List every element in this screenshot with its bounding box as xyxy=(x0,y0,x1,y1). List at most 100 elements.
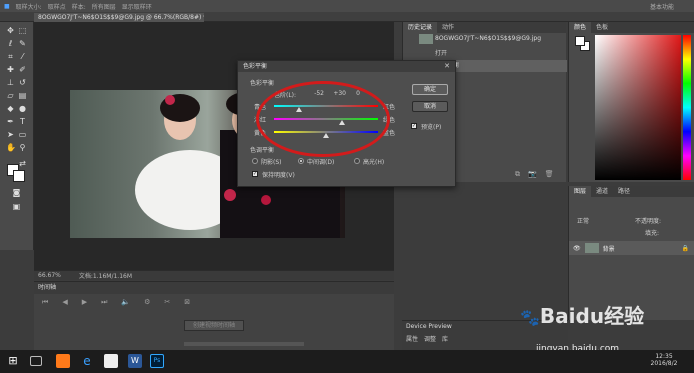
tab-layers[interactable]: 图层 xyxy=(569,186,592,197)
app-icon[interactable] xyxy=(56,354,70,368)
transition-icon[interactable]: ⊠ xyxy=(184,298,190,307)
tone-radio-highlights[interactable] xyxy=(354,158,360,164)
settings-icon[interactable]: ⚙ xyxy=(144,298,150,307)
history-actions: ⧉ 📷 🗑 xyxy=(515,170,554,179)
path-select-icon[interactable]: ➤ xyxy=(6,130,15,139)
history-tabs: 历史记录 动作 xyxy=(403,22,566,33)
menu-item[interactable]: 取样大小: xyxy=(16,2,42,11)
healing-tool-icon[interactable]: ✚ xyxy=(6,65,15,74)
tab-swatches[interactable]: 色板 xyxy=(591,22,613,33)
zoom-readout[interactable]: 66.67% xyxy=(38,272,61,279)
eye-icon[interactable]: 👁 xyxy=(573,245,581,252)
history-step[interactable]: 打开 xyxy=(403,48,567,60)
eyedropper-tool-icon[interactable]: ⁄ xyxy=(18,52,27,61)
timeline-title[interactable]: 时间轴 xyxy=(34,282,394,294)
audio-icon[interactable]: 🔈 xyxy=(121,298,130,307)
hand-tool-icon[interactable]: ✋ xyxy=(6,143,16,152)
dialog-title[interactable]: 色彩平衡 xyxy=(238,61,455,72)
workspace-select[interactable]: 基本功能 xyxy=(650,2,674,11)
tab-history[interactable]: 历史记录 xyxy=(403,22,438,33)
type-tool-icon[interactable]: T xyxy=(18,117,27,126)
swap-colors-icon[interactable]: ⇄ xyxy=(18,159,27,168)
timeline-controls: ⏮ ◀ ▶ ⏭ 🔈 ⚙ ✂ ⊠ xyxy=(42,298,190,307)
create-video-timeline-button[interactable]: 创建视频时间轴 xyxy=(184,320,244,331)
tab-paths[interactable]: 路径 xyxy=(613,186,635,197)
color-panel: 颜色 色板 xyxy=(568,22,694,182)
tab-color[interactable]: 颜色 xyxy=(569,22,592,33)
blur-tool-icon[interactable]: ◆ xyxy=(6,104,15,113)
foreground-color-chip[interactable] xyxy=(575,36,585,46)
layers-tabs: 图层 通道 路径 xyxy=(569,186,694,197)
layer-row[interactable]: 👁 背景 🔒 xyxy=(569,241,694,255)
tab-libraries[interactable]: 库 xyxy=(442,334,448,343)
edge-browser-icon[interactable]: e xyxy=(80,354,94,368)
word-icon[interactable]: W xyxy=(128,354,142,368)
hue-slider[interactable] xyxy=(683,35,691,180)
eraser-tool-icon[interactable]: ▱ xyxy=(6,91,15,100)
dodge-tool-icon[interactable]: ● xyxy=(18,104,27,113)
photoshop-icon[interactable]: Ps xyxy=(150,354,164,368)
preserve-luminosity-label[interactable]: 保持明度(V) xyxy=(262,170,295,179)
split-icon[interactable]: ✂ xyxy=(164,298,170,307)
tab-channels[interactable]: 通道 xyxy=(591,186,613,197)
tone-label[interactable]: 高光(H) xyxy=(363,157,384,166)
stamp-tool-icon[interactable]: ⊥ xyxy=(6,78,15,87)
tab-adjustments[interactable]: 调整 xyxy=(424,334,436,343)
next-frame-icon[interactable]: ⏭ xyxy=(101,298,107,307)
tone-radio-midtones[interactable] xyxy=(298,158,304,164)
close-icon[interactable]: ✕ xyxy=(444,61,450,72)
quick-select-icon[interactable]: ✎ xyxy=(18,39,27,48)
ps-logo-icon: ■ xyxy=(4,2,10,10)
preview-checkbox[interactable]: ✓ xyxy=(411,123,417,129)
tone-label[interactable]: 阴影(S) xyxy=(261,157,282,166)
camera-icon[interactable]: 📷 xyxy=(528,170,537,179)
cancel-button[interactable]: 取消 xyxy=(412,101,448,112)
lasso-tool-icon[interactable]: ℓ xyxy=(6,39,15,48)
timeline-scrollbar[interactable] xyxy=(184,342,304,346)
clock[interactable]: 12:35 2016/8/2 xyxy=(644,353,684,367)
menu-item[interactable]: 显示取样环 xyxy=(122,2,152,11)
quick-mask-icon[interactable]: ◙ xyxy=(12,188,21,197)
new-document-icon[interactable]: ⧉ xyxy=(515,170,520,179)
layer-thumbnail xyxy=(584,243,599,253)
device-preview-title[interactable]: Device Preview xyxy=(406,323,452,330)
crop-tool-icon[interactable]: ⌗ xyxy=(6,52,15,61)
tone-radio-shadows[interactable] xyxy=(252,158,258,164)
menu-item[interactable]: 样本: xyxy=(72,2,86,11)
move-tool-icon[interactable]: ✥ xyxy=(6,26,15,35)
shape-tool-icon[interactable]: ▭ xyxy=(18,130,27,139)
zoom-tool-icon[interactable]: ⚲ xyxy=(18,143,27,152)
layer-name[interactable]: 背景 xyxy=(603,244,615,253)
windows-start-icon[interactable]: ⊞ xyxy=(6,354,20,368)
ok-button[interactable]: 确定 xyxy=(412,84,448,95)
tone-label[interactable]: 中间调(D) xyxy=(307,157,334,166)
menu-item[interactable]: 取样点 xyxy=(48,2,66,11)
annotation-oval xyxy=(256,81,390,157)
tab-properties[interactable]: 属性 xyxy=(406,334,418,343)
pen-tool-icon[interactable]: ✒ xyxy=(6,117,15,126)
blend-mode-select[interactable]: 正常 xyxy=(577,216,589,225)
preserve-luminosity-checkbox[interactable]: ✓ xyxy=(252,171,258,177)
trash-icon[interactable]: 🗑 xyxy=(545,170,554,179)
tab-actions[interactable]: 动作 xyxy=(437,22,459,33)
file-icon[interactable] xyxy=(104,354,118,368)
gradient-tool-icon[interactable]: ▤ xyxy=(18,91,27,100)
play-icon[interactable]: ▶ xyxy=(82,298,87,307)
color-picker-field[interactable] xyxy=(595,35,681,180)
preview-label[interactable]: 预览(P) xyxy=(421,122,441,131)
task-view-icon[interactable] xyxy=(30,356,42,366)
marquee-tool-icon[interactable]: ⬚ xyxy=(18,26,27,35)
menu-bar: ■ 取样大小: 取样点 样本: 所有图层 显示取样环 基本功能 xyxy=(0,0,694,12)
paw-icon: 🐾 xyxy=(520,308,540,327)
snapshot-name[interactable]: 8OGWGO7J'T~N6$O1S$$9@G9.jpg xyxy=(435,35,541,42)
prev-frame-icon[interactable]: ◀ xyxy=(62,298,67,307)
snapshot-thumbnail[interactable] xyxy=(419,34,433,44)
screen-mode-icon[interactable]: ▣ xyxy=(12,202,21,211)
history-brush-icon[interactable]: ↺ xyxy=(18,78,27,87)
timeline-panel: 时间轴 ⏮ ◀ ▶ ⏭ 🔈 ⚙ ✂ ⊠ 创建视频时间轴 xyxy=(34,281,394,351)
brush-tool-icon[interactable]: ✐ xyxy=(18,65,27,74)
photoshop-window: { "menu": {"items": ["文件", "取样大小:", "取样点… xyxy=(0,0,694,373)
background-color-swatch[interactable] xyxy=(13,170,25,182)
menu-item[interactable]: 所有图层 xyxy=(92,2,116,11)
first-frame-icon[interactable]: ⏮ xyxy=(42,298,48,307)
